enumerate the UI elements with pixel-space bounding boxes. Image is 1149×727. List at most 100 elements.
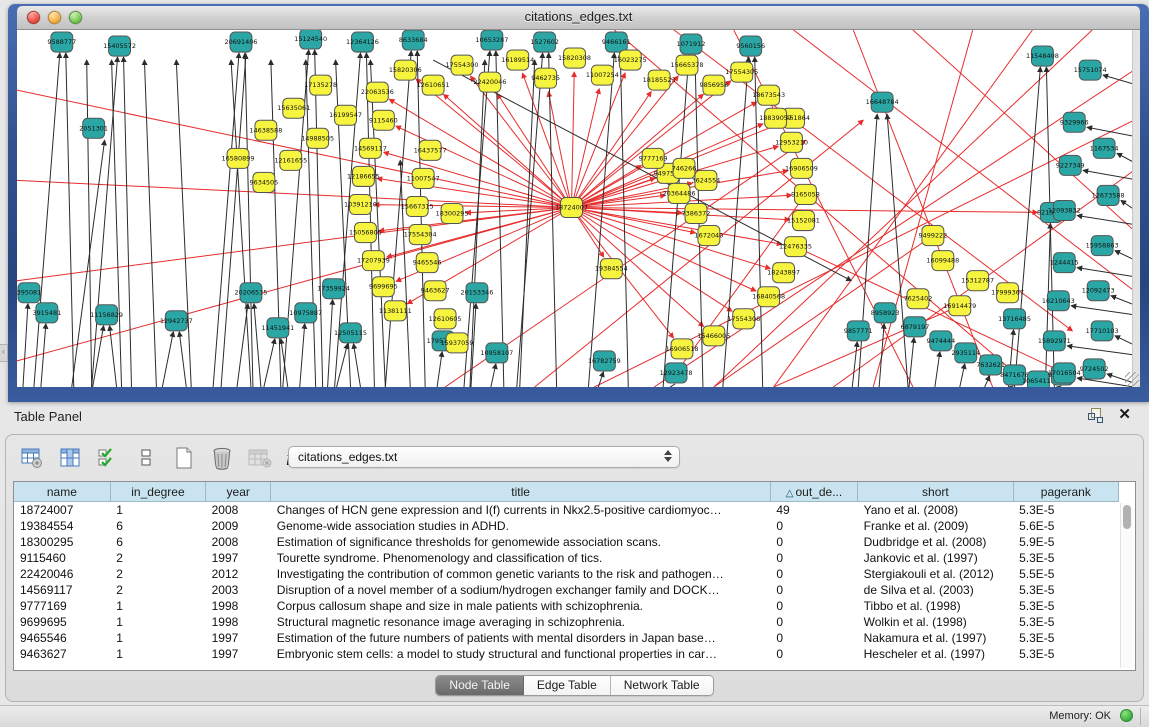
graph-node[interactable]: 22420046 — [473, 72, 506, 92]
graph-node[interactable]: 17135278 — [304, 75, 337, 95]
table-row[interactable]: 2242004622012Investigating the contribut… — [14, 566, 1119, 582]
table-cell[interactable]: 1997 — [206, 630, 271, 646]
graph-node[interactable]: 9560156 — [736, 36, 765, 56]
graph-node[interactable]: 18243897 — [767, 263, 800, 283]
table-cell[interactable]: 1997 — [206, 646, 271, 662]
graph-node[interactable]: 12476335 — [779, 237, 812, 257]
table-cell[interactable]: 1998 — [206, 614, 271, 630]
table-cell[interactable]: 1 — [110, 630, 205, 646]
table-cell[interactable]: Estimation of significance thresholds fo… — [271, 534, 771, 550]
graph-node[interactable]: 395081 — [17, 283, 41, 303]
table-row[interactable]: 911546021997Tourette syndrome. Phenomeno… — [14, 550, 1119, 566]
graph-node[interactable]: 15124540 — [294, 30, 327, 49]
float-panel-icon[interactable] — [1088, 408, 1102, 422]
graph-node[interactable]: 20153346 — [460, 283, 493, 303]
column-header-out_de[interactable]: △out_de... — [770, 482, 857, 502]
table-cell[interactable]: de Silva et al. (2003) — [858, 582, 1013, 598]
minimize-window-button[interactable] — [48, 11, 61, 24]
graph-node[interactable]: 16580899 — [222, 148, 255, 168]
table-cell[interactable]: 0 — [770, 550, 857, 566]
table-cell[interactable]: 0 — [770, 518, 857, 534]
table-cell[interactable]: 5.9E-5 — [1013, 534, 1118, 550]
table-cell[interactable]: 5.3E-5 — [1013, 646, 1118, 662]
column-header-year[interactable]: year — [206, 482, 271, 502]
scrollbar-thumb[interactable] — [1123, 505, 1131, 529]
table-cell[interactable]: 2008 — [206, 534, 271, 550]
graph-node[interactable]: 17207939 — [357, 251, 390, 271]
graph-node[interactable]: 1071912 — [677, 34, 706, 54]
table-vertical-scrollbar[interactable] — [1120, 503, 1133, 668]
table-cell[interactable]: Franke et al. (2009) — [858, 518, 1013, 534]
column-header-short[interactable]: short — [858, 482, 1013, 502]
table-settings-icon[interactable] — [20, 446, 44, 470]
graph-node[interactable]: 9634505 — [250, 172, 279, 192]
graph-node[interactable]: 15312787 — [961, 271, 994, 291]
graph-node[interactable]: 11007254 — [586, 65, 619, 85]
graph-node[interactable]: 16099488 — [926, 251, 959, 271]
table-cell[interactable]: Embryonic stem cells: a model to study s… — [271, 646, 771, 662]
graph-node[interactable]: 18185523 — [643, 70, 676, 90]
graph-node[interactable]: 9724502 — [1080, 359, 1109, 379]
graph-node[interactable]: 10975887 — [289, 303, 322, 323]
graph-node[interactable]: 16782759 — [588, 351, 621, 371]
graph-node[interactable]: 12364126 — [346, 32, 379, 52]
table-cell[interactable]: 5.3E-5 — [1013, 598, 1118, 614]
graph-node[interactable]: 15405572 — [103, 36, 136, 56]
graph-node[interactable]: 14988505 — [301, 128, 334, 148]
table-cell[interactable]: 2008 — [206, 502, 271, 519]
table-cell[interactable]: 0 — [770, 614, 857, 630]
graph-node[interactable]: 16648784 — [866, 92, 899, 112]
table-selector-dropdown[interactable]: citations_edges.txt — [288, 446, 680, 468]
select-attributes-icon[interactable] — [96, 446, 120, 470]
memory-ok-indicator[interactable] — [1120, 709, 1133, 722]
delete-table-icon[interactable] — [248, 446, 272, 470]
graph-node[interactable]: 12161655 — [274, 150, 307, 170]
table-cell[interactable]: 5.5E-5 — [1013, 566, 1118, 582]
graph-node[interactable]: 12673588 — [1092, 185, 1125, 205]
graph-node[interactable]: 17554305 — [725, 62, 758, 82]
graph-node[interactable]: 9499222 — [919, 226, 948, 246]
graph-node[interactable]: 13716485 — [998, 309, 1031, 329]
table-cell[interactable]: 5.3E-5 — [1013, 550, 1118, 566]
table-cell[interactable]: Stergiakouli et al. (2012) — [858, 566, 1013, 582]
graph-node[interactable]: 17999367 — [991, 283, 1024, 303]
maximize-window-button[interactable] — [69, 11, 82, 24]
table-cell[interactable]: 2009 — [206, 518, 271, 534]
graph-node[interactable]: 1672040 — [695, 226, 724, 246]
table-cell[interactable]: 1997 — [206, 550, 271, 566]
network-window-titlebar[interactable]: citations_edges.txt — [17, 6, 1140, 30]
table-cell[interactable]: 2 — [110, 566, 205, 582]
window-resize-grip[interactable] — [1125, 372, 1139, 386]
graph-node[interactable]: 9777169 — [639, 148, 668, 168]
graph-node[interactable]: 14638588 — [249, 120, 282, 140]
table-cell[interactable]: Estimation of the future numbers of pati… — [271, 630, 771, 646]
table-cell[interactable]: 2 — [110, 582, 205, 598]
table-cell[interactable]: 6 — [110, 534, 205, 550]
graph-node[interactable]: 16437577 — [414, 140, 447, 160]
table-cell[interactable]: 1 — [110, 598, 205, 614]
tab-edge-table[interactable]: Edge Table — [524, 676, 611, 695]
graph-node[interactable]: 8633684 — [399, 30, 428, 50]
table-cell[interactable]: Changes of HCN gene expression and I(f) … — [271, 502, 771, 519]
table-cell[interactable]: 22420046 — [14, 566, 110, 582]
table-cell[interactable]: 1 — [110, 502, 205, 519]
table-row[interactable]: 977716911998Corpus callosum shape and si… — [14, 598, 1119, 614]
table-cell[interactable]: 6 — [110, 518, 205, 534]
graph-node[interactable]: 7625402 — [904, 289, 933, 309]
table-cell[interactable]: 9463627 — [14, 646, 110, 662]
table-cell[interactable]: 0 — [770, 566, 857, 582]
graph-node[interactable]: 12092473 — [1082, 281, 1115, 301]
table-cell[interactable]: Tourette syndrome. Phenomenology and cla… — [271, 550, 771, 566]
graph-node[interactable]: 9856958 — [699, 75, 728, 95]
table-cell[interactable]: 5.6E-5 — [1013, 518, 1118, 534]
graph-node[interactable]: 1244415 — [1050, 253, 1079, 273]
close-panel-icon[interactable]: ✕ — [1118, 408, 1131, 422]
graph-node[interactable]: 9857771 — [844, 321, 873, 341]
table-cell[interactable]: 2003 — [206, 582, 271, 598]
graph-node[interactable]: 17554306 — [727, 309, 760, 329]
table-cell[interactable]: 9465546 — [14, 630, 110, 646]
graph-node[interactable]: 3624554 — [692, 170, 721, 190]
graph-node[interactable]: 12610605 — [429, 309, 462, 329]
table-cell[interactable]: 1 — [110, 614, 205, 630]
graph-node[interactable]: 9462735 — [531, 68, 560, 88]
